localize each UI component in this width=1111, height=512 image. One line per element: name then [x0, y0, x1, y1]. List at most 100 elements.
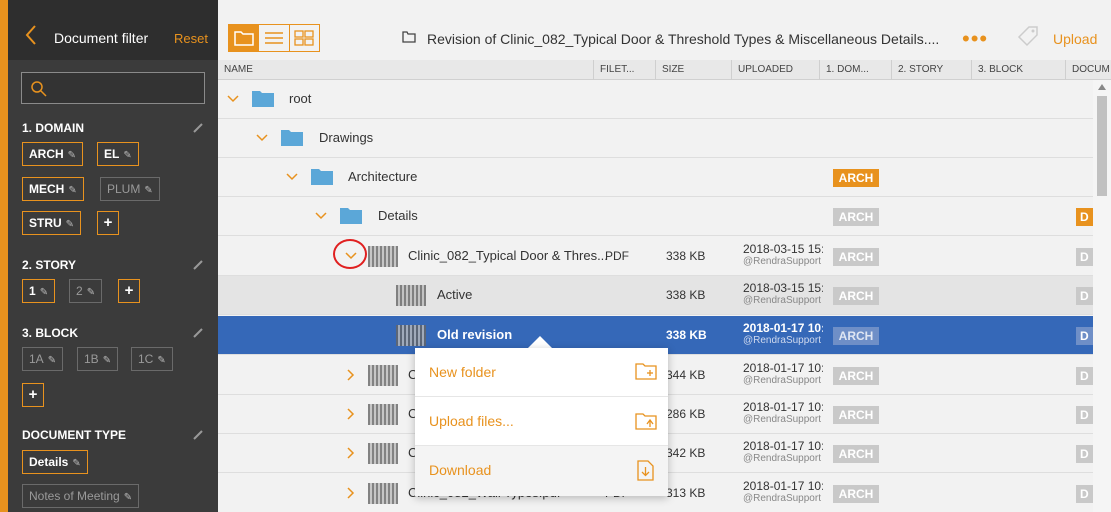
row-name: root — [289, 91, 312, 106]
upload-button[interactable]: Upload — [1053, 31, 1097, 47]
row-uploaded-by: @RendraSupport — [743, 453, 821, 464]
reset-button[interactable]: Reset — [174, 31, 208, 46]
file-thumbnail — [368, 483, 398, 504]
menu-item-label: Download — [429, 462, 492, 478]
domain-badge: ARCH — [833, 208, 879, 226]
scroll-thumb[interactable] — [1097, 96, 1107, 196]
document-type-badge: D — [1076, 445, 1093, 463]
row-uploaded-date: 2018-01-17 10:1 — [743, 479, 823, 493]
column-header-block[interactable]: 3. BLOCK — [972, 60, 1066, 80]
block-section-title: 3. BLOCK — [22, 326, 79, 340]
grid-view-button[interactable] — [290, 25, 319, 51]
file-thumbnail — [368, 365, 398, 386]
document-type-badge: D — [1076, 208, 1093, 226]
tag-notes-of-meeting[interactable]: Notes of Meeting ✎ — [22, 484, 140, 508]
folder-icon — [233, 31, 254, 46]
download-icon — [637, 460, 654, 481]
tag-mech[interactable]: MECH ✎ — [22, 177, 84, 201]
pencil-icon: ✎ — [67, 150, 77, 161]
table-header: NAME FILET... SIZE UPLOADED 1. DOM... 2.… — [218, 60, 1111, 80]
pencil-icon[interactable] — [192, 259, 204, 271]
pencil-icon: ✎ — [123, 150, 132, 161]
row-name: Clinic_082_Typical Door & Thres... — [408, 248, 608, 263]
tag-story-1[interactable]: 1 ✎ — [22, 279, 56, 303]
row-name: Old revision — [437, 327, 513, 342]
pencil-icon: ✎ — [47, 355, 57, 366]
back-chevron-icon[interactable] — [24, 24, 38, 46]
pencil-icon: ✎ — [72, 458, 81, 469]
row-name: Active — [437, 287, 473, 302]
chevron-down-icon[interactable] — [226, 92, 240, 106]
column-header-domain[interactable]: 1. DOM... — [820, 60, 892, 80]
upload-icon — [635, 413, 657, 430]
chevron-right-icon[interactable] — [344, 486, 358, 500]
table-row[interactable]: Drawings — [218, 119, 1093, 158]
chevron-right-icon[interactable] — [344, 368, 358, 382]
document-type-badge: D — [1076, 406, 1093, 424]
domain-badge: ARCH — [833, 367, 879, 385]
document-type-badge: D — [1076, 327, 1093, 345]
row-filetype: PDF — [605, 249, 629, 263]
add-domain-button[interactable]: + — [97, 211, 119, 235]
menu-item-upload-files[interactable]: Upload files... — [415, 397, 668, 446]
column-header-uploaded[interactable]: UPLOADED — [732, 60, 820, 80]
menu-item-new-folder[interactable]: New folder — [415, 348, 668, 397]
folder-icon — [402, 31, 416, 43]
table-row[interactable]: Active 338 KB 2018-03-15 15:1 @RendraSup… — [218, 276, 1093, 315]
row-size: 342 KB — [666, 446, 706, 460]
list-icon — [264, 32, 283, 44]
more-options-button[interactable]: ••• — [962, 26, 988, 52]
document-type-badge: D — [1076, 367, 1093, 385]
column-header-document-type[interactable]: DOCUM — [1066, 60, 1111, 80]
file-thumbnail — [396, 285, 426, 306]
scroll-up-arrow-icon[interactable] — [1098, 84, 1106, 90]
column-header-story[interactable]: 2. STORY — [892, 60, 972, 80]
table-row[interactable]: Details ARCH D — [218, 197, 1093, 236]
filter-search-input[interactable] — [21, 72, 205, 104]
chevron-down-icon[interactable] — [255, 131, 269, 145]
tag-icon[interactable] — [1016, 25, 1040, 47]
chevron-down-icon[interactable] — [285, 170, 299, 184]
column-header-name[interactable]: NAME — [218, 60, 594, 80]
row-uploaded-date: 2018-01-17 10:1 — [743, 361, 823, 375]
row-uploaded-date: 2018-03-15 15:1 — [743, 242, 823, 256]
table-row[interactable]: root — [218, 80, 1093, 119]
pencil-icon: ✎ — [65, 219, 75, 230]
table-row[interactable]: Architecture ARCH — [218, 158, 1093, 197]
tag-stru[interactable]: STRU ✎ — [22, 211, 82, 235]
row-size: 313 KB — [666, 486, 706, 500]
chevron-right-icon[interactable] — [344, 446, 358, 460]
folder-view-button[interactable] — [229, 25, 260, 51]
tag-plum[interactable]: PLUM ✎ — [100, 177, 160, 201]
menu-item-download[interactable]: Download — [415, 446, 668, 496]
tag-details[interactable]: Details ✎ — [22, 450, 88, 474]
tag-block-1b[interactable]: 1B ✎ — [77, 347, 119, 371]
tag-arch[interactable]: ARCH ✎ — [22, 142, 84, 166]
pencil-icon[interactable] — [192, 429, 204, 441]
tag-block-1c[interactable]: 1C ✎ — [131, 347, 173, 371]
domain-section-title: 1. DOMAIN — [22, 121, 85, 135]
pencil-icon: ✎ — [102, 355, 112, 366]
row-uploaded-by: @RendraSupport — [743, 256, 821, 267]
pencil-icon[interactable] — [192, 327, 204, 339]
chevron-right-icon[interactable] — [344, 407, 358, 421]
pencil-icon: ✎ — [123, 492, 133, 503]
add-block-button[interactable]: + — [22, 383, 44, 407]
vertical-scrollbar[interactable] — [1093, 80, 1111, 512]
doctype-section-title: DOCUMENT TYPE — [22, 428, 127, 442]
toolbar: Revision of Clinic_082_Typical Door & Th… — [218, 0, 1111, 60]
tag-block-1a[interactable]: 1A ✎ — [22, 347, 64, 371]
list-view-button[interactable] — [259, 25, 290, 51]
pencil-icon: ✎ — [144, 185, 153, 196]
tag-story-2[interactable]: 2 ✎ — [69, 279, 103, 303]
chevron-down-icon[interactable] — [314, 209, 328, 223]
file-thumbnail — [368, 443, 398, 464]
column-header-size[interactable]: SIZE — [656, 60, 732, 80]
tag-el[interactable]: EL ✎ — [97, 142, 139, 166]
document-type-badge: D — [1076, 248, 1093, 266]
add-story-button[interactable]: + — [118, 279, 140, 303]
row-size: 344 KB — [666, 368, 706, 382]
column-header-filetype[interactable]: FILET... — [594, 60, 656, 80]
pencil-icon[interactable] — [192, 122, 204, 134]
document-title: Revision of Clinic_082_Typical Door & Th… — [427, 31, 940, 47]
